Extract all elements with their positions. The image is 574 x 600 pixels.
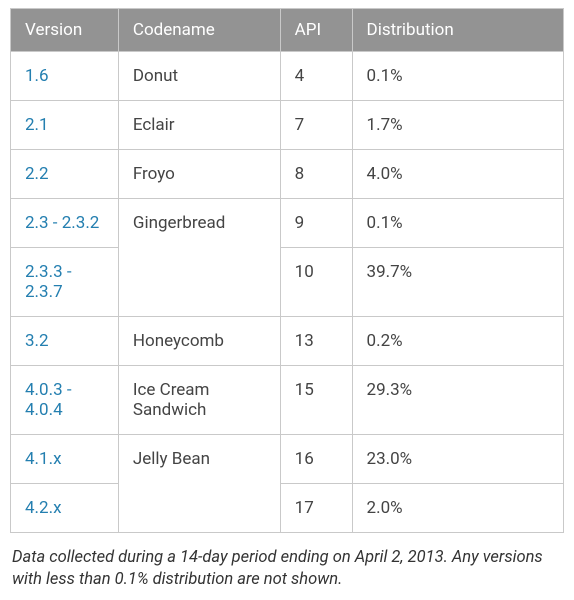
cell-distribution: 0.2% [352,317,563,366]
header-distribution: Distribution [352,9,563,52]
version-distribution-table: Version Codename API Distribution 1.6 Do… [10,8,564,533]
cell-codename: Jelly Bean [118,435,280,533]
cell-api: 7 [280,101,352,150]
table-row: 2.1 Eclair 7 1.7% [11,101,564,150]
cell-distribution: 39.7% [352,248,563,317]
table-row: 3.2 Honeycomb 13 0.2% [11,317,564,366]
cell-api: 8 [280,150,352,199]
cell-version[interactable]: 2.3.3 - 2.3.7 [11,248,119,317]
cell-version[interactable]: 3.2 [11,317,119,366]
cell-distribution: 4.0% [352,150,563,199]
footnote-text: Data collected during a 14-day period en… [10,547,564,592]
table-row: 4.0.3 - 4.0.4 Ice Cream Sandwich 15 29.3… [11,366,564,435]
cell-api: 4 [280,52,352,101]
cell-api: 9 [280,199,352,248]
cell-version[interactable]: 1.6 [11,52,119,101]
cell-distribution: 1.7% [352,101,563,150]
header-codename: Codename [118,9,280,52]
cell-version[interactable]: 4.2.x [11,484,119,533]
table-header-row: Version Codename API Distribution [11,9,564,52]
table-row: 4.1.x Jelly Bean 16 23.0% [11,435,564,484]
cell-distribution: 29.3% [352,366,563,435]
cell-api: 13 [280,317,352,366]
header-api: API [280,9,352,52]
table-row: 2.3 - 2.3.2 Gingerbread 9 0.1% [11,199,564,248]
table-row: 1.6 Donut 4 0.1% [11,52,564,101]
cell-codename: Froyo [118,150,280,199]
cell-distribution: 0.1% [352,52,563,101]
cell-version[interactable]: 4.1.x [11,435,119,484]
cell-api: 10 [280,248,352,317]
cell-distribution: 23.0% [352,435,563,484]
cell-version[interactable]: 4.0.3 - 4.0.4 [11,366,119,435]
cell-api: 17 [280,484,352,533]
cell-codename: Gingerbread [118,199,280,317]
cell-version[interactable]: 2.1 [11,101,119,150]
cell-codename: Ice Cream Sandwich [118,366,280,435]
cell-api: 15 [280,366,352,435]
cell-codename: Eclair [118,101,280,150]
table-row: 2.2 Froyo 8 4.0% [11,150,564,199]
cell-distribution: 0.1% [352,199,563,248]
cell-codename: Donut [118,52,280,101]
cell-distribution: 2.0% [352,484,563,533]
cell-codename: Honeycomb [118,317,280,366]
table-row: 4.2.x 17 2.0% [11,484,564,533]
table-row: 2.3.3 - 2.3.7 10 39.7% [11,248,564,317]
cell-api: 16 [280,435,352,484]
header-version: Version [11,9,119,52]
cell-version[interactable]: 2.3 - 2.3.2 [11,199,119,248]
cell-version[interactable]: 2.2 [11,150,119,199]
